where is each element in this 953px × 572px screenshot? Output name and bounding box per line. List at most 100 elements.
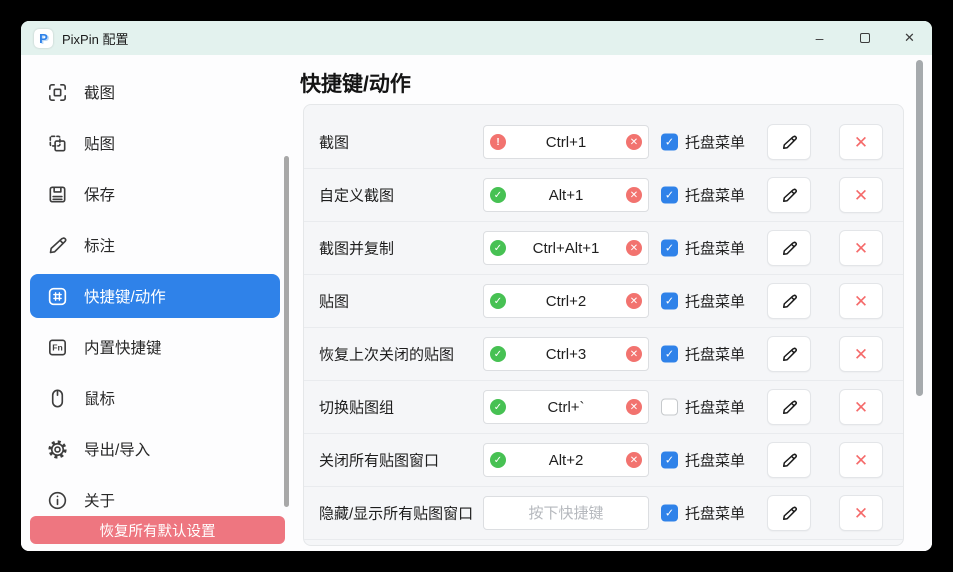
delete-hotkey-button[interactable]: ✕ xyxy=(839,495,883,531)
status-ok-icon: ✓ xyxy=(490,346,506,362)
tray-menu-checkbox[interactable]: ✓ xyxy=(661,505,678,522)
delete-x-icon: ✕ xyxy=(854,346,868,363)
hotkey-field: ✓ ✕ xyxy=(483,390,649,424)
status-ok-icon: ✓ xyxy=(490,399,506,415)
delete-hotkey-button[interactable]: ✕ xyxy=(839,389,883,425)
edit-hotkey-button[interactable] xyxy=(767,495,811,531)
status-ok-icon: ✓ xyxy=(490,187,506,203)
tray-menu-checkbox[interactable]: ✓ xyxy=(661,452,678,469)
clear-hotkey-icon[interactable]: ✕ xyxy=(626,293,642,309)
tray-menu-checkbox[interactable]: ✓ xyxy=(661,346,678,363)
edit-hotkey-button[interactable] xyxy=(767,336,811,372)
clear-hotkey-icon[interactable]: ✕ xyxy=(626,134,642,150)
close-button[interactable]: ✕ xyxy=(887,21,932,55)
delete-hotkey-button[interactable]: ✕ xyxy=(839,177,883,213)
tray-menu-checkbox[interactable] xyxy=(661,399,678,416)
mouse-icon xyxy=(46,387,69,410)
tray-menu-checkbox[interactable]: ✓ xyxy=(661,134,678,151)
clear-hotkey-icon[interactable]: ✕ xyxy=(626,187,642,203)
status-ok-icon: ✓ xyxy=(490,293,506,309)
hotkey-row: 截图并复制 ✓ ✕ ✓ 托盘菜单 ✕ xyxy=(304,222,903,275)
action-label: 关闭所有贴图窗口 xyxy=(319,450,439,471)
tray-menu-label[interactable]: 托盘菜单 xyxy=(685,397,745,418)
edit-hotkey-button[interactable] xyxy=(767,124,811,160)
action-label: 隐藏/显示所有贴图窗口 xyxy=(319,503,473,524)
pencil-icon xyxy=(780,345,799,364)
sidebar-scrollbar[interactable] xyxy=(284,156,289,507)
status-ok-icon: ✓ xyxy=(490,452,506,468)
edit-hotkey-button[interactable] xyxy=(767,283,811,319)
tray-menu-label[interactable]: 托盘菜单 xyxy=(685,503,745,524)
delete-x-icon: ✕ xyxy=(854,134,868,151)
maximize-button[interactable] xyxy=(842,21,887,55)
delete-x-icon: ✕ xyxy=(854,240,868,257)
delete-x-icon: ✕ xyxy=(854,452,868,469)
action-label: 切换贴图组 xyxy=(319,397,394,418)
screen: P PixPin 配置 – ✕ 截图 贴图 保存 标注 xyxy=(0,0,953,572)
hotkey-input[interactable] xyxy=(483,231,649,265)
action-label: 恢复上次关闭的贴图 xyxy=(319,344,454,365)
hotkey-row: 自定义截图 ✓ ✕ ✓ 托盘菜单 ✕ xyxy=(304,169,903,222)
tray-menu-label[interactable]: 托盘菜单 xyxy=(685,238,745,259)
sidebar-item-save[interactable]: 保存 xyxy=(30,172,280,216)
hotkeys-card: 截图 ! ✕ ✓ 托盘菜单 ✕ 自定义截图 ✓ ✕ ✓ 托盘菜单 ✕ 截图并复制… xyxy=(303,104,904,546)
clear-hotkey-icon[interactable]: ✕ xyxy=(626,240,642,256)
hotkey-input[interactable] xyxy=(483,390,649,424)
tray-menu-label[interactable]: 托盘菜单 xyxy=(685,344,745,365)
pencil-icon xyxy=(780,398,799,417)
pin-icon xyxy=(46,132,69,155)
delete-hotkey-button[interactable]: ✕ xyxy=(839,283,883,319)
pixpin-logo-icon: P xyxy=(34,29,53,48)
sidebar-item-mouse[interactable]: 鼠标 xyxy=(30,376,280,420)
clear-hotkey-icon[interactable]: ✕ xyxy=(626,399,642,415)
tray-menu-checkbox[interactable]: ✓ xyxy=(661,187,678,204)
action-label: 贴图 xyxy=(319,291,349,312)
tray-menu-label[interactable]: 托盘菜单 xyxy=(685,185,745,206)
hotkey-input[interactable] xyxy=(483,443,649,477)
main-scrollbar[interactable] xyxy=(916,60,923,396)
delete-hotkey-button[interactable]: ✕ xyxy=(839,336,883,372)
reset-defaults-button[interactable]: 恢复所有默认设置 xyxy=(30,516,285,544)
window-body: 截图 贴图 保存 标注 快捷键/动作 Fn 内置快捷键 鼠标 xyxy=(21,55,932,551)
hotkey-input[interactable] xyxy=(483,178,649,212)
tray-menu-label[interactable]: 托盘菜单 xyxy=(685,450,745,471)
hotkey-input[interactable] xyxy=(483,284,649,318)
edit-hotkey-button[interactable] xyxy=(767,177,811,213)
clear-hotkey-icon[interactable]: ✕ xyxy=(626,346,642,362)
edit-hotkey-button[interactable] xyxy=(767,230,811,266)
hotkey-input[interactable] xyxy=(483,337,649,371)
delete-hotkey-button[interactable]: ✕ xyxy=(839,442,883,478)
hotkey-row: 截图 ! ✕ ✓ 托盘菜单 ✕ xyxy=(304,116,903,169)
hotkey-input[interactable] xyxy=(483,125,649,159)
status-ok-icon: ✓ xyxy=(490,240,506,256)
edit-hotkey-button[interactable] xyxy=(767,389,811,425)
delete-x-icon: ✕ xyxy=(854,399,868,416)
hotkey-field: ! ✕ xyxy=(483,125,649,159)
sidebar-item-annotate[interactable]: 标注 xyxy=(30,223,280,267)
hotkey-row: 关闭所有贴图窗口 ✓ ✕ ✓ 托盘菜单 ✕ xyxy=(304,434,903,487)
tray-menu-checkbox[interactable]: ✓ xyxy=(661,240,678,257)
minimize-icon: – xyxy=(816,31,824,45)
delete-hotkey-button[interactable]: ✕ xyxy=(839,124,883,160)
hotkey-input[interactable] xyxy=(483,496,649,530)
action-label: 截图 xyxy=(319,132,349,153)
hotkey-field: ✓ ✕ xyxy=(483,231,649,265)
fn-icon: Fn xyxy=(46,336,69,359)
sidebar-item-screenshot[interactable]: 截图 xyxy=(30,70,280,114)
tray-menu-checkbox[interactable]: ✓ xyxy=(661,293,678,310)
hotkey-row: 贴图 ✓ ✕ ✓ 托盘菜单 ✕ xyxy=(304,275,903,328)
tray-menu-label[interactable]: 托盘菜单 xyxy=(685,132,745,153)
sidebar-item-export-import[interactable]: 导出/导入 xyxy=(30,427,280,471)
sidebar-item-pin[interactable]: 贴图 xyxy=(30,121,280,165)
titlebar: P PixPin 配置 – ✕ xyxy=(21,21,932,55)
sidebar-item-builtin-hotkeys[interactable]: Fn 内置快捷键 xyxy=(30,325,280,369)
sidebar-item-hotkeys[interactable]: 快捷键/动作 xyxy=(30,274,280,318)
clear-hotkey-icon[interactable]: ✕ xyxy=(626,452,642,468)
delete-hotkey-button[interactable]: ✕ xyxy=(839,230,883,266)
tray-menu-label[interactable]: 托盘菜单 xyxy=(685,291,745,312)
status-error-icon: ! xyxy=(490,134,506,150)
minimize-button[interactable]: – xyxy=(797,21,842,55)
edit-hotkey-button[interactable] xyxy=(767,442,811,478)
info-icon xyxy=(46,489,69,512)
pencil-icon xyxy=(780,292,799,311)
